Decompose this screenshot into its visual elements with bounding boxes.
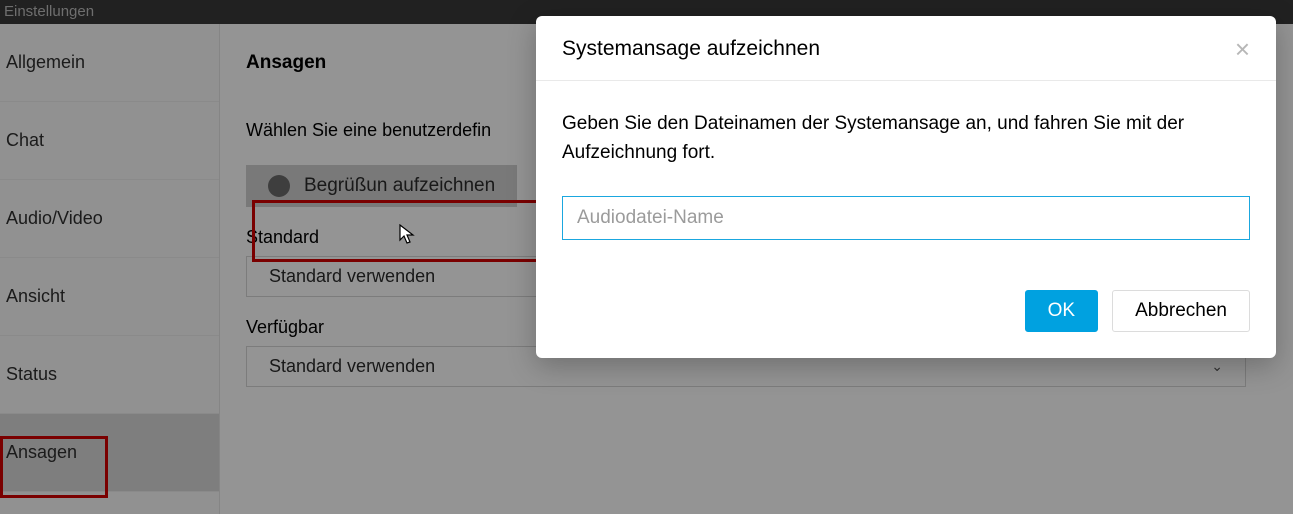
close-icon: × bbox=[1235, 34, 1250, 64]
close-button[interactable]: × bbox=[1235, 36, 1250, 62]
audio-filename-input[interactable] bbox=[562, 196, 1250, 240]
record-system-announcement-dialog: Systemansage aufzeichnen × Geben Sie den… bbox=[536, 16, 1276, 358]
cancel-button[interactable]: Abbrechen bbox=[1112, 290, 1250, 332]
dialog-title: Systemansage aufzeichnen bbox=[562, 37, 820, 61]
dialog-message: Geben Sie den Dateinamen der Systemansag… bbox=[562, 109, 1250, 168]
ok-button[interactable]: OK bbox=[1025, 290, 1098, 332]
